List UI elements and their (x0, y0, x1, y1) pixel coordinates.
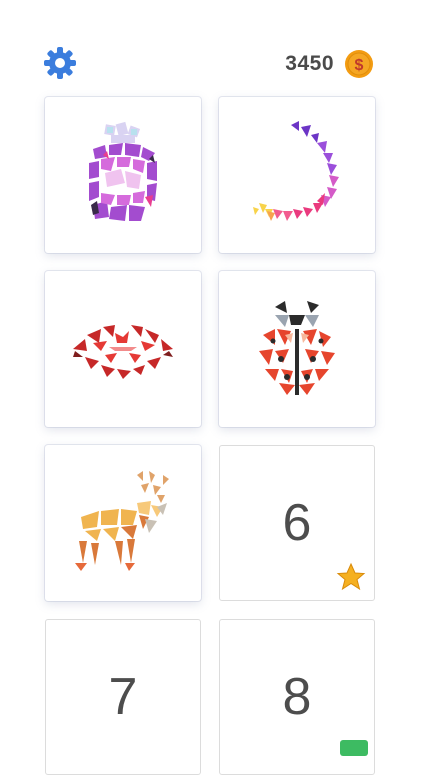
cash-icon (340, 740, 368, 756)
coin-balance[interactable]: 3450 $ (285, 48, 374, 80)
level-number: 7 (108, 668, 138, 726)
deer-art (75, 471, 169, 571)
level-tile-deer[interactable] (45, 445, 201, 601)
level-tile-ladybug[interactable] (219, 271, 375, 427)
level-tile-6[interactable]: 6 (219, 445, 375, 601)
gear-icon[interactable] (43, 46, 77, 80)
top-bar: 3450 $ (0, 0, 422, 110)
level-tile-8[interactable]: 8 (219, 619, 375, 775)
level-tile-moon[interactable] (219, 97, 375, 253)
star-icon (336, 562, 366, 591)
level-tile-lips[interactable] (45, 271, 201, 427)
crescent-moon-art (253, 121, 339, 221)
dollar-coin-icon: $ (345, 50, 373, 78)
level-number: 6 (282, 494, 312, 552)
ladybug-art (259, 301, 335, 395)
level-tile-perfume[interactable] (45, 97, 201, 253)
coin-count: 3450 (285, 52, 334, 75)
lips-art (73, 325, 173, 379)
perfume-bottle-art (89, 121, 157, 221)
level-number: 8 (282, 668, 312, 726)
level-tile-7[interactable]: 7 (45, 619, 201, 775)
svg-text:$: $ (355, 57, 364, 74)
